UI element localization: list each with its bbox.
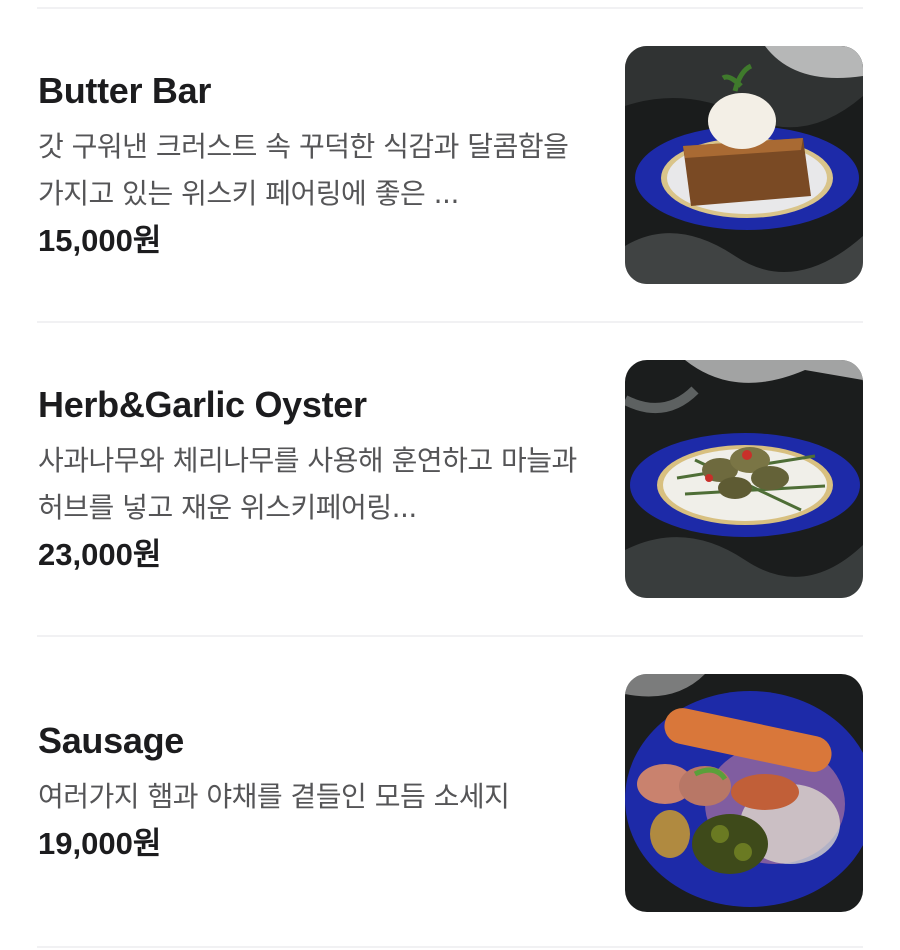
smoked-oyster-icon xyxy=(625,360,863,598)
menu-item-name: Sausage xyxy=(38,720,184,761)
menu-item-description: 여러가지 햄과 야채를 곁들인 모듬 소세지 xyxy=(38,780,510,813)
menu-item-price: 15,000원 xyxy=(38,223,162,258)
menu-item-text: Herb&Garlic Oyster 사과나무와 체리나무를 사용해 훈연하고 … xyxy=(38,383,598,575)
menu-item-text: Butter Bar 갓 구워낸 크러스트 속 꾸덕한 식감과 달콤함을 가지고… xyxy=(38,69,598,261)
menu-item-name: Butter Bar xyxy=(38,70,212,111)
menu-item-name: Herb&Garlic Oyster xyxy=(38,384,367,425)
divider xyxy=(37,946,863,948)
sausage-photo[interactable] xyxy=(625,674,863,912)
sausage-platter-icon xyxy=(625,674,863,912)
menu-item-price: 23,000원 xyxy=(38,537,162,572)
herb-garlic-oyster-photo[interactable] xyxy=(625,360,863,598)
menu-item-price: 19,000원 xyxy=(38,826,162,861)
menu-item-description: 갓 구워낸 크러스트 속 꾸덕한 식감과 달콤함을 가지고 있는 위스키 페어링… xyxy=(38,130,569,210)
menu-item-sausage[interactable]: Sausage 여러가지 햄과 야채를 곁들인 모듬 소세지 19,000원 xyxy=(0,637,900,949)
menu-item-text: Sausage 여러가지 햄과 야채를 곁들인 모듬 소세지 19,000원 xyxy=(38,719,598,864)
menu-item-herb-garlic-oyster[interactable]: Herb&Garlic Oyster 사과나무와 체리나무를 사용해 훈연하고 … xyxy=(0,323,900,635)
menu-item-description: 사과나무와 체리나무를 사용해 훈연하고 마늘과 허브를 넣고 재운 위스키페어… xyxy=(38,444,577,524)
butter-bar-dessert-icon xyxy=(625,46,863,284)
butter-bar-photo[interactable] xyxy=(625,46,863,284)
menu-item-butter-bar[interactable]: Butter Bar 갓 구워낸 크러스트 속 꾸덕한 식감과 달콤함을 가지고… xyxy=(0,9,900,321)
menu-list: Butter Bar 갓 구워낸 크러스트 속 꾸덕한 식감과 달콤함을 가지고… xyxy=(0,0,900,950)
